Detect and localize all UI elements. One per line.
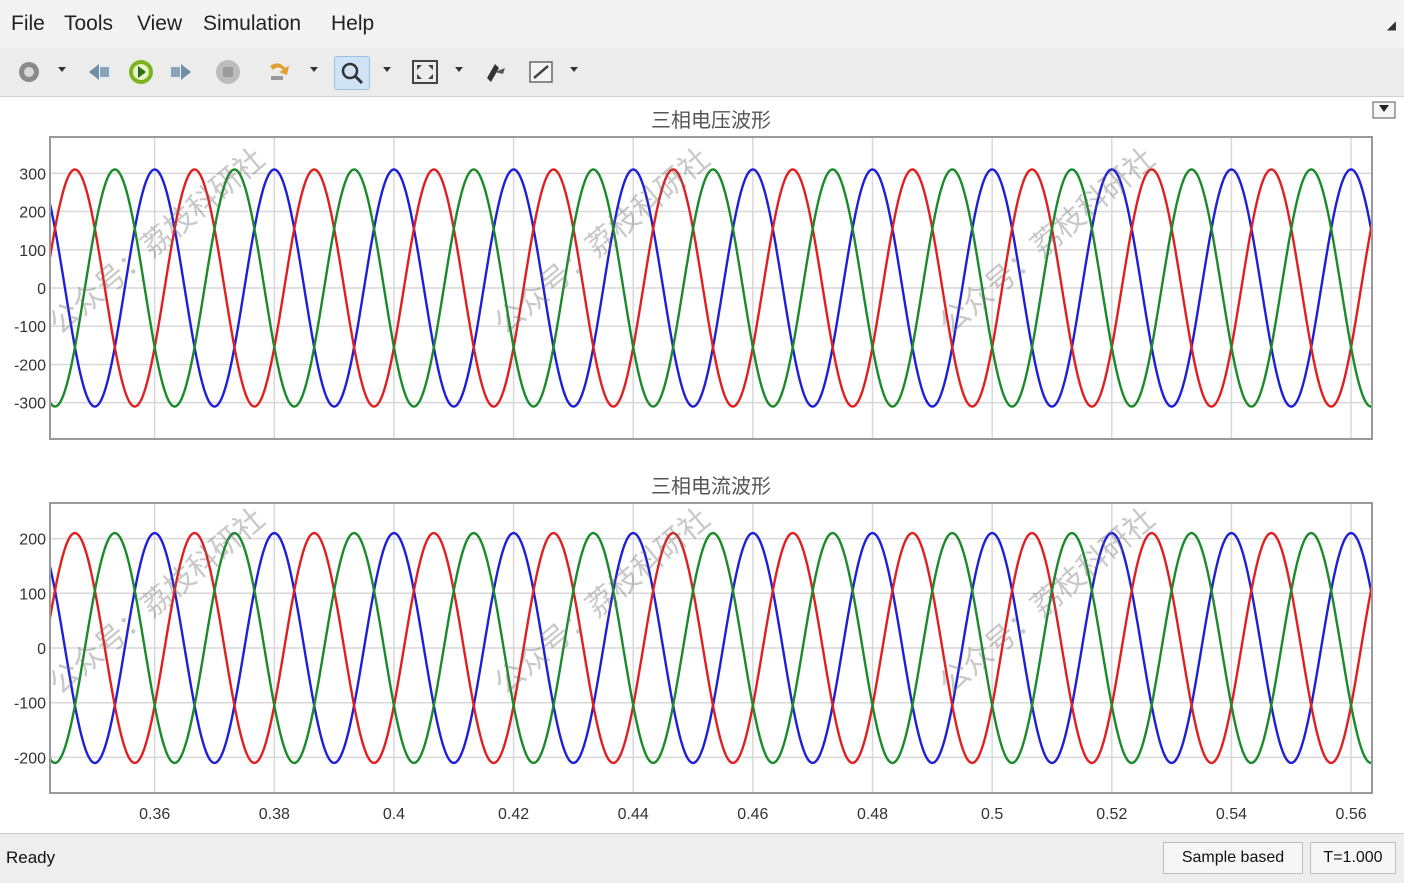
stop-button[interactable]: [211, 56, 245, 88]
x-tick-label: 0.42: [498, 806, 529, 823]
step-back-button[interactable]: [82, 56, 116, 88]
status-text: Ready: [6, 848, 56, 867]
y-tick-label: 0: [37, 641, 46, 658]
y-tick-label: -100: [14, 319, 46, 336]
sim-time-indicator: T=1.000: [1310, 842, 1396, 874]
highlight-dropdown[interactable]: [310, 67, 318, 72]
x-tick-label: 0.52: [1096, 806, 1127, 823]
y-tick-label: -200: [14, 750, 46, 767]
y-tick-label: -200: [14, 357, 46, 374]
y-tick-label: 100: [19, 243, 46, 260]
toolbar: [0, 48, 1404, 97]
fit-to-view-icon: [412, 60, 438, 84]
run-icon: [129, 60, 153, 84]
x-tick-label: 0.54: [1216, 806, 1247, 823]
zoom-button[interactable]: [334, 56, 370, 90]
y-tick-label: 0: [37, 281, 46, 298]
y-tick-label: 300: [19, 166, 46, 183]
x-tick-label: 0.48: [857, 806, 888, 823]
scope-plot-area: 三相电压波形 300 200 100 0 -100 -200 -300 三相电流波形 200 100…: [0, 97, 1404, 833]
cursor-measure-icon: [487, 64, 505, 82]
step-forward-button[interactable]: [164, 56, 198, 88]
highlight-button[interactable]: [262, 56, 296, 88]
run-button[interactable]: [124, 56, 158, 88]
highlight-icon: [270, 63, 289, 80]
x-tick-label: 0.5: [981, 806, 1003, 823]
undock-icon[interactable]: ◢: [1387, 18, 1396, 32]
scope-charts: 三相电压波形 300 200 100 0 -100 -200 -300 三相电流波形 200 100…: [14, 101, 1396, 823]
settings-dropdown[interactable]: [58, 67, 66, 72]
x-tick-label: 0.38: [259, 806, 290, 823]
menu-help[interactable]: Help: [331, 12, 374, 36]
menu-file[interactable]: File: [11, 12, 45, 36]
sample-mode-indicator: Sample based: [1163, 842, 1303, 874]
settings-button[interactable]: [12, 56, 46, 88]
fit-to-view-button[interactable]: [408, 56, 442, 88]
y-tick-label: 200: [19, 532, 46, 549]
edit-style-button[interactable]: [524, 56, 558, 88]
edit-style-dropdown[interactable]: [570, 67, 578, 72]
zoom-dropdown[interactable]: [383, 67, 391, 72]
x-tick-label: 0.36: [139, 806, 170, 823]
cursor-measure-button[interactable]: [478, 56, 512, 88]
settings-icon: [19, 62, 39, 82]
y-tick-label: -100: [14, 696, 46, 713]
stop-icon: [216, 60, 240, 84]
x-tick-label: 0.44: [618, 806, 649, 823]
step-back-icon: [89, 64, 109, 80]
y-tick-label: 100: [19, 586, 46, 603]
menu-tools[interactable]: Tools: [64, 12, 113, 36]
step-forward-icon: [171, 64, 191, 80]
x-tick-label: 0.56: [1335, 806, 1366, 823]
x-tick-label: 0.46: [737, 806, 768, 823]
status-bar: Ready Sample based T=1.000: [0, 833, 1404, 883]
menu-bar: File Tools View Simulation Help ◢: [0, 0, 1404, 48]
chart-title: 三相电流波形: [651, 474, 771, 498]
menu-view[interactable]: View: [137, 12, 182, 36]
menu-simulation[interactable]: Simulation: [203, 12, 301, 36]
x-tick-label: 0.4: [383, 806, 405, 823]
edit-style-icon: [529, 61, 553, 83]
fit-to-view-dropdown[interactable]: [455, 67, 463, 72]
y-tick-label: -300: [14, 396, 46, 413]
y-tick-label: 200: [19, 205, 46, 222]
zoom-icon: [341, 62, 364, 85]
chart-title: 三相电压波形: [651, 108, 771, 132]
